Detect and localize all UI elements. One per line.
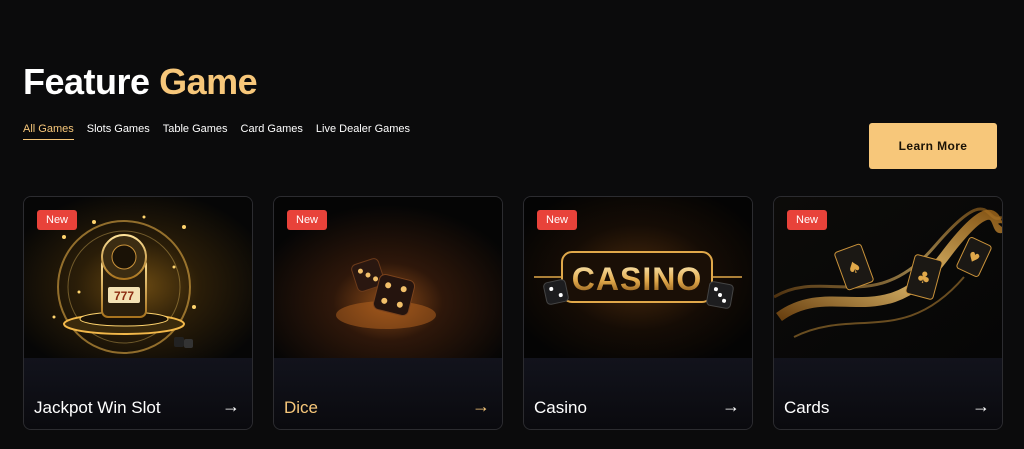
new-badge: New: [787, 210, 828, 230]
card-title: Dice: [284, 398, 319, 417]
game-card-dice[interactable]: New Dice →: [273, 196, 503, 430]
tab-slots-games[interactable]: Slots Games: [87, 123, 150, 140]
tab-table-games[interactable]: Table Games: [163, 123, 228, 140]
feature-game-section: Feature Game All Games Slots Games Table…: [0, 0, 1024, 449]
game-cards: 777 New Jackpot Win Slot → New Dice → CA…: [23, 196, 1003, 430]
tab-live-dealer-games[interactable]: Live Dealer Games: [316, 123, 410, 140]
card-title: Jackpot Win Slot: [34, 398, 161, 417]
new-badge: New: [537, 210, 578, 230]
card-footer: Cards →: [774, 358, 1002, 429]
card-title: Cards: [784, 398, 830, 417]
arrow-right-icon[interactable]: →: [972, 396, 990, 417]
card-footer: Casino →: [524, 358, 752, 429]
section-title: Feature Game: [23, 61, 258, 102]
arrow-right-icon[interactable]: →: [222, 396, 240, 417]
tab-all-games[interactable]: All Games: [23, 123, 74, 140]
card-footer: Dice →: [274, 358, 502, 429]
game-card-cards[interactable]: ♠ ♣ ♥ New Cards →: [773, 196, 1003, 430]
tab-card-games[interactable]: Card Games: [241, 123, 303, 140]
game-category-tabs: All Games Slots Games Table Games Card G…: [23, 123, 410, 140]
title-part-1: Feature: [23, 61, 150, 102]
arrow-right-icon[interactable]: →: [472, 396, 490, 417]
arrow-right-icon[interactable]: →: [722, 396, 740, 417]
new-badge: New: [37, 210, 78, 230]
learn-more-button[interactable]: Learn More: [869, 123, 997, 169]
card-footer: Jackpot Win Slot →: [24, 358, 252, 429]
game-card-casino[interactable]: CASINO New Casino →: [523, 196, 753, 430]
title-part-2: Game: [159, 61, 258, 102]
svg-text:777: 777: [114, 289, 134, 303]
new-badge: New: [287, 210, 328, 230]
svg-text:CASINO: CASINO: [572, 261, 702, 297]
game-card-jackpot-win-slot[interactable]: 777 New Jackpot Win Slot →: [23, 196, 253, 430]
card-title: Casino: [534, 398, 587, 417]
